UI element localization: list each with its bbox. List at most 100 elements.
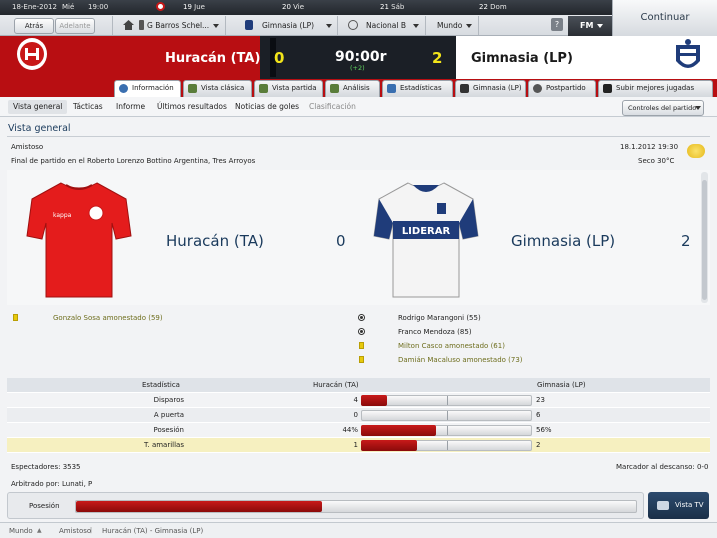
clock-icon	[156, 2, 165, 11]
tab-postpartido[interactable]: Postpartido	[528, 80, 596, 97]
attendance-text: Espectadores: 3535	[11, 463, 81, 471]
team-menu[interactable]: Gimnasia (LP)	[262, 21, 314, 30]
tab-vista-partida[interactable]: Vista partida	[254, 80, 323, 97]
tab-estadisticas[interactable]: Estadísticas	[382, 80, 453, 97]
stat-bar-midline	[447, 441, 448, 450]
stat-bar-midline	[447, 411, 448, 420]
date-strip: 18-Ene-2012 Mié 19:00 19 Jue 20 Vie 21 S…	[0, 0, 612, 15]
stat-bar-fill	[361, 425, 436, 436]
yellow-card-icon	[359, 356, 364, 363]
stats-row: Disparos 4 23	[7, 393, 710, 408]
stat-away-value: 6	[536, 411, 541, 419]
kit-sponsor-text: LIDERAR	[402, 226, 451, 237]
breadcrumb-friendly[interactable]: Amistoso	[59, 527, 91, 535]
weather-text: Seco 30°C	[638, 157, 675, 165]
pitch-icon	[259, 84, 268, 93]
stats-icon	[387, 84, 396, 93]
tab-gimnasia[interactable]: Gimnasia (LP)	[455, 80, 526, 97]
manager-icon	[139, 20, 144, 30]
added-time: (+2)	[350, 64, 365, 72]
possession-label: Posesión	[29, 502, 60, 510]
svg-text:kappa: kappa	[53, 212, 72, 219]
stat-label: Disparos	[153, 396, 184, 404]
manager-menu[interactable]: G Barros Schel...	[147, 21, 209, 30]
stat-home-value: 44%	[342, 426, 358, 434]
header-away-name: Gimnasia (LP)	[471, 51, 573, 66]
day-21-num: 21	[380, 3, 389, 11]
match-controls-dropdown[interactable]: Controles del partido	[622, 100, 704, 116]
team-crest-icon	[245, 20, 253, 30]
away-event-4: Damián Macaluso amonestado (73)	[398, 356, 523, 364]
stats-row: T. amarillas 1 2	[7, 438, 710, 453]
away-team-score: 2	[681, 232, 691, 250]
home-event-1: Gonzalo Sosa amonestado (59)	[53, 314, 163, 322]
home-icon[interactable]	[123, 20, 134, 30]
current-date: 18-Ene-2012	[12, 3, 57, 11]
away-kit-image: LIDERAR	[373, 181, 479, 301]
upload-icon	[603, 84, 612, 93]
match-datetime: 18.1.2012 19:30	[620, 143, 679, 151]
home-team-score: 0	[336, 232, 346, 250]
yellow-card-icon	[359, 342, 364, 349]
halftime-score: Marcador al descanso: 0-0	[616, 463, 709, 471]
tv-icon	[657, 501, 669, 510]
away-event-3: Milton Casco amonestado (61)	[398, 342, 505, 350]
stat-label: Posesión	[153, 426, 184, 434]
day-20-num: 20	[282, 3, 291, 11]
tab-subir-jugadas[interactable]: Subir mejores jugadas	[598, 80, 713, 97]
away-event-1: Rodrigo Marangoni (55)	[398, 314, 481, 322]
competition-icon	[348, 20, 358, 30]
subnav-clasificacion[interactable]: Clasificación	[309, 100, 356, 114]
info-icon	[119, 84, 128, 93]
stats-header-away: Gimnasia (LP)	[537, 381, 586, 389]
referee-text: Arbitrado por: Lunati, P	[11, 480, 93, 488]
scrollbar[interactable]	[701, 172, 708, 303]
breadcrumb-world[interactable]: Mundo	[9, 527, 33, 535]
tv-view-button[interactable]: Vista TV	[648, 492, 709, 519]
stat-home-value: 1	[353, 441, 358, 449]
goal-ball-icon	[358, 314, 365, 321]
tab-vista-clasica[interactable]: Vista clásica	[183, 80, 252, 97]
header-home-name: Huracán (TA)	[165, 51, 261, 66]
help-button[interactable]: ?	[551, 18, 563, 31]
tab-analisis[interactable]: Análisis	[325, 80, 380, 97]
stat-bar-fill	[361, 395, 387, 406]
pitch-icon	[330, 84, 339, 93]
day-22-num: 22	[479, 3, 488, 11]
header-home-goals: 0	[274, 49, 285, 67]
fm-logo: FM	[580, 21, 594, 30]
goal-ball-icon	[358, 328, 365, 335]
day-21-name: Sáb	[391, 3, 405, 11]
stats-row: Posesión 44% 56%	[7, 423, 710, 438]
yellow-card-icon	[13, 314, 18, 321]
away-crest-icon	[668, 37, 708, 77]
subnav-informe[interactable]: Informe	[116, 100, 145, 114]
section-title: Vista general	[8, 123, 71, 134]
competition-menu[interactable]: Nacional B	[366, 21, 406, 30]
sun-icon	[687, 144, 705, 158]
stats-header: Estadística Huracán (TA) Gimnasia (LP)	[7, 378, 710, 393]
stat-away-value: 23	[536, 396, 545, 404]
match-clock: 90:00r	[335, 49, 387, 65]
breadcrumb-separator-icon: ▲	[37, 527, 42, 534]
day-22-name: Dom	[490, 3, 507, 11]
team-icon	[460, 84, 469, 93]
continue-button[interactable]: Continuar	[612, 0, 717, 36]
subnav-ultimos-resultados[interactable]: Últimos resultados	[157, 100, 227, 114]
home-team-name: Huracán (TA)	[166, 232, 264, 250]
subnav-tacticas[interactable]: Tácticas	[73, 100, 103, 114]
tab-informacion[interactable]: Información	[114, 80, 181, 97]
forward-button[interactable]: Adelante	[55, 18, 95, 34]
stat-home-value: 4	[353, 396, 358, 404]
sub-navigation	[0, 97, 717, 117]
stats-header-label: Estadística	[142, 381, 180, 389]
stat-bar-midline	[447, 396, 448, 405]
current-weekday: Mié	[62, 3, 75, 11]
back-button[interactable]: Atrás	[14, 18, 54, 34]
breadcrumb: Mundo ▲ Amistoso | Huracán (TA) - Gimnas…	[0, 522, 717, 538]
fm-menu[interactable]: FM	[568, 16, 612, 36]
stat-away-value: 2	[536, 441, 541, 449]
world-menu[interactable]: Mundo	[437, 21, 462, 30]
subnav-noticias-goles[interactable]: Noticias de goles	[235, 100, 299, 114]
subnav-vista-general[interactable]: Vista general	[8, 100, 68, 114]
